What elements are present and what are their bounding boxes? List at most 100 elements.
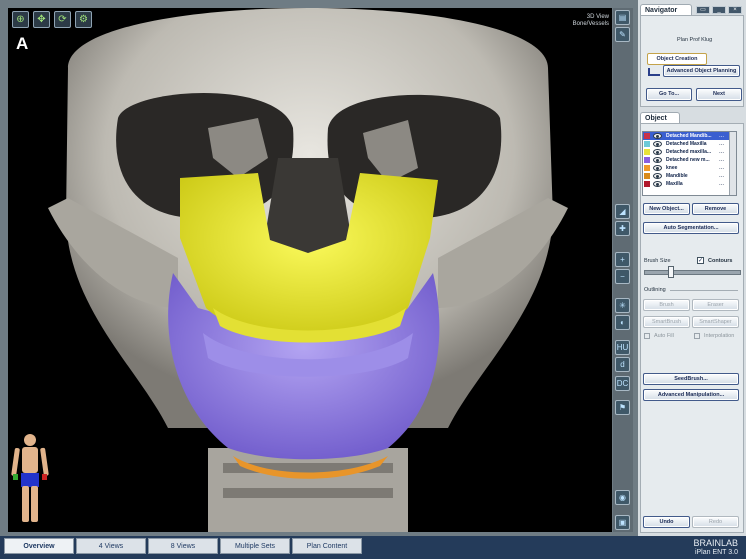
tab-plan-content[interactable]: Plan Content [292,538,362,554]
brand-logo: BRAINLAB iPlan ENT 3.0 [693,539,738,557]
visibility-eye-icon[interactable] [653,173,662,179]
autofill-checkbox[interactable] [644,333,650,339]
restore-icon[interactable]: ▭ [696,6,710,14]
zoom-out-icon[interactable]: − [615,269,630,284]
interpolation-checkbox[interactable] [694,333,700,339]
zoom-in-icon[interactable]: + [615,252,630,267]
rotate-icon[interactable]: ⟳ [54,11,71,28]
color-swatch [644,165,650,171]
contours-checkbox[interactable]: ✓ [697,257,704,264]
window-level-icon[interactable]: ◐ [615,315,630,330]
bottom-tab-bar: Overview 4 Views 8 Views Multiple Sets P… [0,536,746,559]
zoom-icon[interactable]: ⊕ [12,11,29,28]
tab-4-views[interactable]: 4 Views [76,538,146,554]
list-item[interactable]: Detached new m... ... [643,156,736,164]
navigator-panel: Plan Prof Klug Object Creation Advanced … [640,15,744,107]
orientation-figure-icon[interactable] [10,430,50,530]
object-name: Maxilla [666,181,683,187]
skull-3d-render[interactable] [8,8,612,532]
object-list[interactable]: Detached Mandib... ... Detached Maxilla … [642,131,737,196]
screenshot-icon[interactable]: ◉ [615,490,630,505]
visibility-eye-icon[interactable] [653,165,662,171]
brush-size-slider[interactable] [644,270,741,275]
brush-button[interactable]: Brush [643,299,690,311]
next-button[interactable]: Next [696,88,742,101]
color-swatch [644,141,650,147]
minimize-icon[interactable]: _ [712,6,726,14]
list-item[interactable]: Detached Maxilla ... [643,140,736,148]
object-options-button[interactable]: ... [719,172,724,180]
list-item[interactable]: Maxilla ... [643,180,736,188]
distance-icon[interactable]: d [615,357,630,372]
object-options-button[interactable]: ... [719,132,724,140]
outlining-label: Outlining [644,287,666,293]
smartbrush-button[interactable]: SmartBrush [643,316,690,328]
close-icon[interactable]: × [728,6,742,14]
object-name: knee [666,165,678,171]
step-advanced-object-planning[interactable]: Advanced Object Planning [663,65,740,77]
list-item[interactable]: knee ... [643,164,736,172]
redo-button[interactable]: Redo [692,516,739,528]
object-options-button[interactable]: ... [719,180,724,188]
tab-multiple-sets[interactable]: Multiple Sets [220,538,290,554]
tab-overview[interactable]: Overview [4,538,74,554]
object-name: Mandible [666,173,688,179]
step-arrow-icon [648,68,660,76]
settings-icon[interactable]: ⚙ [75,11,92,28]
list-item[interactable]: Detached maxilla... ... [643,148,736,156]
view-name: 3D View [586,14,609,20]
viewport-label: A [16,34,29,53]
goto-button[interactable]: Go To... [646,88,692,101]
object-options-button[interactable]: ... [719,148,724,156]
object-name: Detached Mandib... [666,133,712,139]
interpolation-label: Interpolation [704,333,735,339]
undo-button[interactable]: Undo [643,516,690,528]
object-name: Detached new m... [666,157,710,163]
brightness-icon[interactable]: ✳ [615,298,630,313]
brush-size-label: Brush Size [644,258,671,264]
color-swatch [644,149,650,155]
tab-8-views[interactable]: 8 Views [148,538,218,554]
step-object-creation[interactable]: Object Creation [647,53,707,65]
eraser-button[interactable]: Eraser [692,299,739,311]
visibility-eye-icon[interactable] [653,157,662,163]
hu-icon[interactable]: HU [615,340,630,355]
auto-segmentation-button[interactable]: Auto Segmentation... [643,222,739,234]
wrench-icon[interactable]: ✎ [615,27,630,42]
layers-icon[interactable]: ▤ [615,10,630,25]
view-info: 3D View Bone/Vessels [573,14,609,28]
save-icon[interactable]: ▣ [615,515,630,530]
list-item[interactable]: Mandible ... [643,172,736,180]
list-scrollbar[interactable] [729,132,736,195]
list-item[interactable]: Detached Mandib... ... [643,132,736,140]
autofill-label: Auto Fill [654,333,674,339]
view-toolstrip: ▤ ✎ ◢ ✚ + − ✳ ◐ HU d DC ⚑ ◉ ▣ [613,8,633,532]
color-swatch [644,133,650,139]
pan-icon[interactable]: ✥ [33,11,50,28]
3d-viewport[interactable]: ⊕ ✥ ⟳ ⚙ A 3D View Bone/Vessels [8,8,612,532]
smartshaper-button[interactable]: SmartShaper [692,316,739,328]
object-options-button[interactable]: ... [719,140,724,148]
visibility-eye-icon[interactable] [653,141,662,147]
visibility-eye-icon[interactable] [653,149,662,155]
new-object-button[interactable]: New Object... [643,203,690,215]
advanced-manipulation-button[interactable]: Advanced Manipulation... [643,389,739,401]
seedbrush-button[interactable]: SeedBrush... [643,373,739,385]
flag-icon[interactable]: ⚑ [615,400,630,415]
dc-icon[interactable]: DC [615,376,630,391]
remove-button[interactable]: Remove [692,203,739,215]
brush-size-slider-handle[interactable] [668,266,674,278]
plan-name: Plan Prof Klug [677,37,713,43]
object-options-button[interactable]: ... [719,164,724,172]
product-name: iPlan ENT 3.0 [694,549,738,556]
color-swatch [644,173,650,179]
visibility-eye-icon[interactable] [653,133,662,139]
object-name: Detached Maxilla [666,141,707,147]
navigator-title: Navigator [640,4,692,15]
crosshair-icon[interactable]: ✚ [615,221,630,236]
ruler-icon[interactable]: ◢ [615,204,630,219]
visibility-eye-icon[interactable] [653,181,662,187]
color-swatch [644,181,650,187]
object-name: Detached maxilla... [666,149,712,155]
object-options-button[interactable]: ... [719,156,724,164]
